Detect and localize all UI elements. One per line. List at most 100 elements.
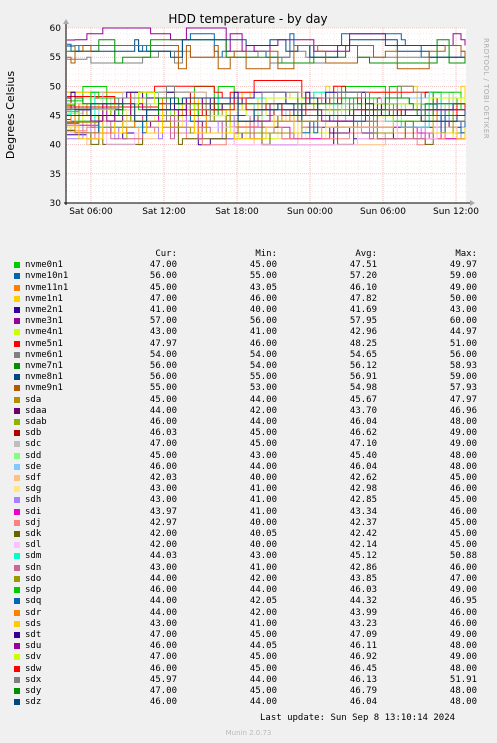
legend-row: sdab 46.00 44.00 46.04 48.00 <box>8 417 488 428</box>
legend-avg-value: 42.98 <box>349 484 377 495</box>
legend-cur-value: 47.00 <box>149 293 177 304</box>
legend-swatch <box>14 508 20 515</box>
legend-cur-value: 45.00 <box>149 394 177 405</box>
legend-max-value: 43.00 <box>449 305 477 316</box>
legend-max-value: 51.00 <box>449 338 477 349</box>
legend-max-value: 49.00 <box>449 439 477 450</box>
legend-series-name: nvme4n1 <box>25 327 63 338</box>
legend-swatch <box>14 351 20 358</box>
legend-series-name: sdo <box>25 573 42 584</box>
legend-swatch <box>14 385 20 392</box>
legend-max-value: 48.00 <box>449 641 477 652</box>
legend-row: sdn 43.00 41.00 42.86 46.00 <box>8 563 488 574</box>
legend-min-value: 40.00 <box>249 517 277 528</box>
legend-cur-value: 47.00 <box>149 629 177 640</box>
legend-series-name: sdp <box>25 585 42 596</box>
legend-series-name: nvme11n1 <box>25 282 69 293</box>
legend-min-value: 41.00 <box>249 495 277 506</box>
legend-avg-value: 46.45 <box>349 663 377 674</box>
legend-series-name: sdk <box>25 529 42 540</box>
legend-max-value: 44.97 <box>449 327 477 338</box>
legend-avg-value: 47.82 <box>349 293 377 304</box>
legend-max-value: 45.00 <box>449 517 477 528</box>
legend-row: sdi 43.97 41.00 43.34 46.00 <box>8 507 488 518</box>
legend-swatch <box>14 531 20 538</box>
legend-cur-value: 43.97 <box>149 506 177 517</box>
legend-max-value: 48.00 <box>449 461 477 472</box>
legend-avg-value: 54.98 <box>349 383 377 394</box>
legend-min-value: 41.00 <box>249 327 277 338</box>
legend-series-name: sds <box>25 618 42 629</box>
legend-row: sdt 47.00 45.00 47.09 49.00 <box>8 630 488 641</box>
legend-avg-value: 43.23 <box>349 618 377 629</box>
legend-avg-value: 45.12 <box>349 551 377 562</box>
legend-cur-value: 55.00 <box>149 383 177 394</box>
legend-cur-value: 44.00 <box>149 405 177 416</box>
legend-cur-value: 43.00 <box>149 618 177 629</box>
legend-avg-value: 46.04 <box>349 461 377 472</box>
legend-max-value: 48.00 <box>449 685 477 696</box>
legend-swatch <box>14 609 20 616</box>
legend-cur-value: 42.03 <box>149 473 177 484</box>
legend-swatch <box>14 262 20 269</box>
legend-swatch <box>14 519 20 526</box>
legend-swatch <box>14 407 20 414</box>
legend-series-name: nvme3n1 <box>25 316 63 327</box>
legend-cur-value: 47.97 <box>149 338 177 349</box>
legend-swatch <box>14 452 20 459</box>
legend-row: sds 43.00 41.00 43.23 46.00 <box>8 619 488 630</box>
legend-max-value: 48.00 <box>449 450 477 461</box>
legend-row: sdd 45.00 43.00 45.40 48.00 <box>8 451 488 462</box>
legend-series-name: sdc <box>25 439 42 450</box>
x-tick-label: Sun 06:00 <box>360 207 406 217</box>
legend-series-name: sdl <box>25 540 42 551</box>
legend-swatch <box>14 273 20 280</box>
legend-series-name: sdn <box>25 562 42 573</box>
legend-min-value: 45.00 <box>249 652 277 663</box>
legend-max-value: 49.00 <box>449 428 477 439</box>
legend-avg-value: 46.62 <box>349 428 377 439</box>
legend-avg-value: 43.85 <box>349 573 377 584</box>
legend-max-value: 45.00 <box>449 529 477 540</box>
legend-swatch <box>14 564 20 571</box>
legend-row: sdu 46.00 44.05 46.11 48.00 <box>8 641 488 652</box>
legend-series-name: sdf <box>25 473 42 484</box>
legend-header: Cur: Min: Avg: Max: <box>8 249 488 260</box>
legend-min-value: 42.00 <box>249 405 277 416</box>
legend-cur-value: 46.00 <box>149 417 177 428</box>
legend-min-value: 41.00 <box>249 562 277 573</box>
legend-max-value: 46.95 <box>449 596 477 607</box>
legend-avg-value: 43.34 <box>349 506 377 517</box>
legend-series-name: sdd <box>25 450 42 461</box>
chart-title: HDD temperature - by day <box>168 12 327 26</box>
legend-row: nvme5n1 47.97 46.00 48.25 51.00 <box>8 339 488 350</box>
legend-swatch <box>14 463 20 470</box>
legend-row: nvme0n1 47.00 45.00 47.51 49.97 <box>8 260 488 271</box>
legend-series-name: sdw <box>25 663 42 674</box>
legend-swatch <box>14 363 20 370</box>
legend-max-value: 48.00 <box>449 417 477 428</box>
legend-min-value: 55.00 <box>249 271 277 282</box>
legend-avg-value: 46.04 <box>349 417 377 428</box>
last-update: Last update: Sun Sep 8 13:10:14 2024 <box>260 713 456 723</box>
legend-swatch <box>14 318 20 325</box>
legend-min-value: 56.00 <box>249 316 277 327</box>
legend-series-name: sdv <box>25 652 42 663</box>
legend-min-value: 45.00 <box>249 428 277 439</box>
legend-min-value: 40.05 <box>249 529 277 540</box>
legend-cur-value: 47.00 <box>149 439 177 450</box>
legend-series-name: sdi <box>25 506 42 517</box>
legend-header-max: Max: <box>455 249 477 259</box>
legend-avg-value: 47.51 <box>349 260 377 271</box>
legend-max-value: 45.00 <box>449 495 477 506</box>
legend-row: sdx 45.97 44.00 46.13 51.91 <box>8 675 488 686</box>
legend-swatch <box>14 329 20 336</box>
legend-cur-value: 46.00 <box>149 663 177 674</box>
legend-avg-value: 47.10 <box>349 439 377 450</box>
legend-max-value: 46.00 <box>449 618 477 629</box>
legend-row: sdp 46.00 44.00 46.03 49.00 <box>8 585 488 596</box>
legend-min-value: 45.00 <box>249 439 277 450</box>
legend-cur-value: 44.00 <box>149 596 177 607</box>
legend-cur-value: 45.00 <box>149 282 177 293</box>
legend-series-name: sdr <box>25 607 42 618</box>
